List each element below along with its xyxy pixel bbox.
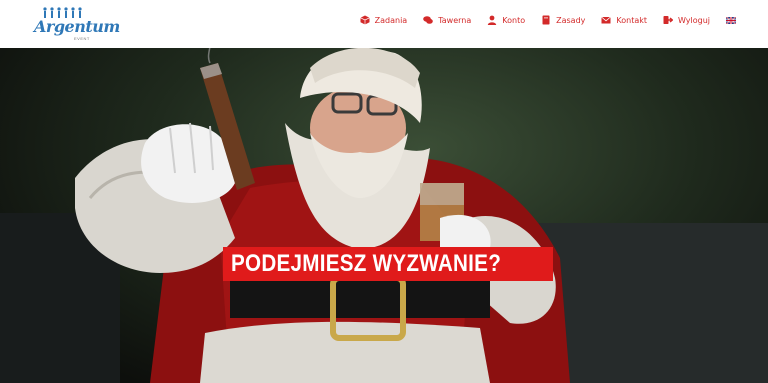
chat-icon: [423, 16, 434, 24]
nav-item-wyloguj[interactable]: Wyloguj: [663, 15, 710, 25]
logo[interactable]: Argentum EVENT: [26, 7, 120, 41]
language-switch[interactable]: [726, 16, 736, 24]
nav-label-wyloguj: Wyloguj: [678, 15, 710, 25]
cube-icon: [359, 15, 370, 25]
nav-item-kontakt[interactable]: Kontakt: [601, 15, 647, 25]
hero-headline-text: PODEJMIESZ WYZWANIE?: [231, 250, 502, 277]
nav-label-zadania: Zadania: [374, 15, 408, 25]
nav-item-tawerna[interactable]: Tawerna: [423, 15, 471, 25]
nav-label-konto: Konto: [502, 15, 526, 25]
site-header: Argentum EVENT Zadania Tawerna Konto Zas…: [0, 0, 768, 48]
nav-label-zasady: Zasady: [556, 15, 586, 25]
nav-item-zasady[interactable]: Zasady: [541, 15, 585, 25]
hero-headline: PODEJMIESZ WYZWANIE?: [223, 247, 554, 281]
brand-name: Argentum: [34, 17, 120, 36]
nav-item-zadania[interactable]: Zadania: [359, 15, 408, 25]
nav-label-kontakt: Kontakt: [616, 15, 647, 25]
envelope-icon: [601, 16, 612, 24]
main-nav: Zadania Tawerna Konto Zasady Kontakt Wyl…: [344, 15, 736, 25]
user-icon: [488, 15, 497, 25]
nav-label-tawerna: Tawerna: [438, 15, 472, 25]
book-icon: [542, 15, 550, 25]
brand-tagline: EVENT: [74, 36, 90, 41]
logout-icon: [663, 16, 673, 24]
hero-santa-image: [75, 48, 570, 383]
hero-banner: PODEJMIESZ WYZWANIE?: [0, 48, 768, 383]
uk-flag-icon: [726, 16, 736, 24]
nav-item-konto[interactable]: Konto: [487, 15, 525, 25]
